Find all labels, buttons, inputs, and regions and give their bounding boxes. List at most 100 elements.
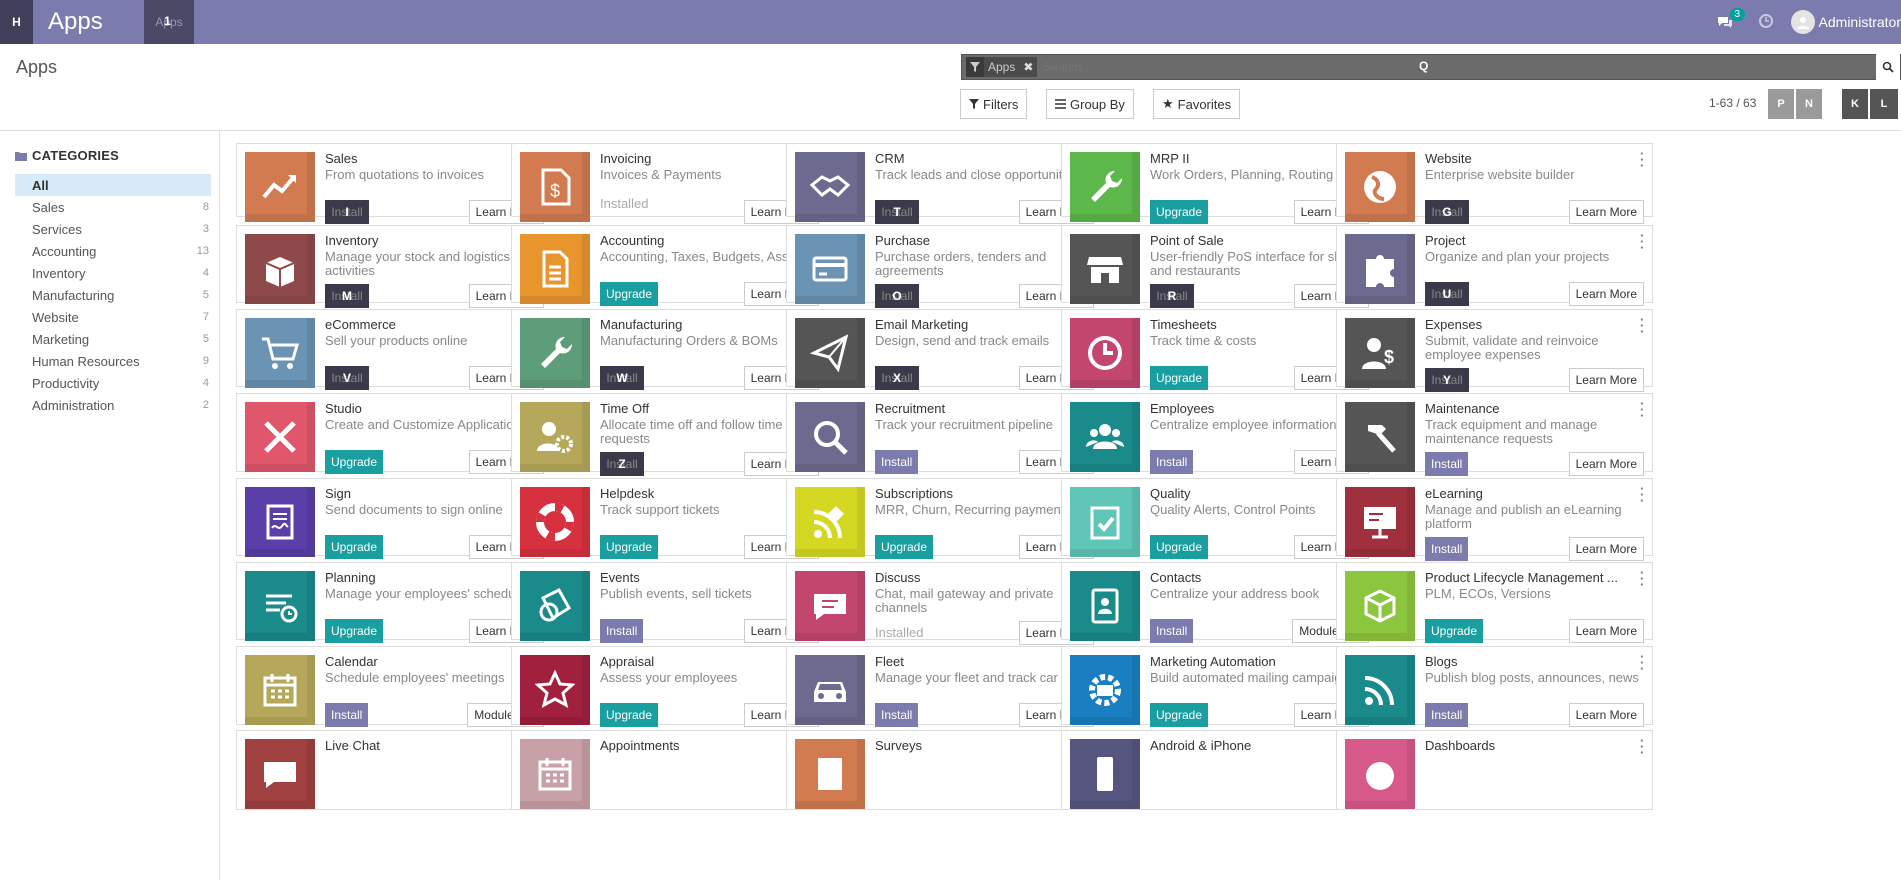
group-by-button[interactable]: Group By bbox=[1046, 89, 1134, 119]
search-input[interactable] bbox=[1043, 60, 1876, 74]
app-card[interactable]: Subscriptions MRR, Churn, Recurring payme… bbox=[786, 478, 1103, 559]
messages-icon[interactable]: 3 bbox=[1715, 8, 1746, 32]
app-card[interactable]: Recruitment Track your recruitment pipeli… bbox=[786, 393, 1103, 474]
install-button[interactable]: Install bbox=[1425, 452, 1469, 476]
upgrade-button[interactable]: Upgrade bbox=[875, 535, 934, 559]
pager-next-button[interactable]: N bbox=[1796, 89, 1822, 119]
kanban-view-button[interactable]: K bbox=[1842, 89, 1868, 119]
card-menu-icon[interactable]: ··· bbox=[1640, 734, 1644, 759]
app-card[interactable]: Surveys··· bbox=[786, 730, 1103, 810]
app-card[interactable]: Dashboards · · · bbox=[1336, 730, 1653, 810]
learn-more-button[interactable]: Learn More bbox=[1568, 452, 1644, 476]
sidebar-item-inventory[interactable]: Inventory 4 bbox=[15, 262, 211, 284]
card-menu-icon[interactable]: ··· bbox=[1640, 229, 1644, 254]
favorites-button[interactable]: ★ Favorites bbox=[1153, 89, 1241, 119]
sidebar-item-human-resources[interactable]: Human Resources 9 bbox=[15, 350, 211, 372]
app-card[interactable]: $InvoicingInvoices & Payments···Installe… bbox=[511, 143, 828, 224]
search-icon[interactable] bbox=[1876, 54, 1900, 80]
app-card[interactable]: Time Off Allocate time off and follow tim… bbox=[511, 393, 828, 476]
home-menu-button[interactable]: H bbox=[0, 0, 33, 44]
app-card[interactable]: Project Organize and plan your projects · ·… bbox=[1336, 225, 1653, 306]
app-card[interactable]: Email Marketing Design, send and track em… bbox=[786, 309, 1103, 390]
install-button[interactable]: Install G bbox=[1425, 200, 1469, 224]
app-card[interactable]: ContactsCentralize your address book···I… bbox=[1061, 562, 1378, 643]
card-menu-icon[interactable]: ··· bbox=[1640, 313, 1644, 338]
install-button[interactable]: Install bbox=[1425, 703, 1469, 727]
app-card[interactable]: $ Expenses Submit, validate and reinvoice … bbox=[1336, 309, 1653, 392]
install-button[interactable]: Install bbox=[1425, 537, 1469, 561]
sidebar-item-marketing[interactable]: Marketing 5 bbox=[15, 328, 211, 350]
learn-more-button[interactable]: Learn More bbox=[1568, 537, 1644, 561]
app-card[interactable]: StudioCreate and Customize Applications·… bbox=[236, 393, 553, 474]
sidebar-item-productivity[interactable]: Productivity 4 bbox=[15, 372, 211, 394]
upgrade-button[interactable]: Upgrade bbox=[1150, 703, 1209, 727]
upgrade-button[interactable]: Upgrade bbox=[1150, 200, 1209, 224]
app-card[interactable]: CalendarSchedule employees' meetings···I… bbox=[236, 646, 553, 727]
install-button[interactable]: Install bbox=[325, 703, 369, 727]
upgrade-button[interactable]: Upgrade bbox=[600, 282, 659, 306]
install-button[interactable]: Install M bbox=[325, 284, 369, 308]
app-card[interactable]: AppraisalAssess your employees···Upgrade… bbox=[511, 646, 828, 727]
activity-clock-icon[interactable] bbox=[1758, 13, 1773, 31]
facet-remove-icon[interactable]: ✖ bbox=[1019, 60, 1037, 74]
upgrade-button[interactable]: Upgrade bbox=[1150, 366, 1209, 390]
app-card[interactable]: Blogs Publish blog posts, announces, news… bbox=[1336, 646, 1653, 727]
install-button[interactable]: Install X bbox=[875, 366, 919, 390]
app-card[interactable]: Appointments··· bbox=[511, 730, 828, 810]
install-button[interactable]: Install U bbox=[1425, 282, 1469, 306]
app-card[interactable]: Point of Sale User-friendly PoS interface… bbox=[1061, 225, 1378, 308]
install-button[interactable]: Install bbox=[875, 450, 919, 474]
app-card[interactable]: Fleet Manage your fleet and track car cos… bbox=[786, 646, 1103, 727]
upgrade-button[interactable]: Upgrade bbox=[1150, 535, 1209, 559]
install-button[interactable]: Install V bbox=[325, 366, 369, 390]
install-button[interactable]: Install bbox=[600, 619, 644, 643]
app-card[interactable]: SalesFrom quotations to invoices···Insta… bbox=[236, 143, 553, 224]
app-brand[interactable]: Apps bbox=[48, 8, 144, 36]
sidebar-item-website[interactable]: Website 7 bbox=[15, 306, 211, 328]
install-button[interactable]: Install R bbox=[1150, 284, 1194, 308]
pager-value[interactable]: 1-63 / 63 bbox=[1709, 96, 1756, 110]
sidebar-item-all[interactable]: All bbox=[15, 174, 211, 196]
sidebar-item-manufacturing[interactable]: Manufacturing 5 bbox=[15, 284, 211, 306]
app-card[interactable]: Accounting Accounting, Taxes, Budgets, As… bbox=[511, 225, 828, 306]
sidebar-item-services[interactable]: Services 3 bbox=[15, 218, 211, 240]
card-menu-icon[interactable]: ··· bbox=[1640, 147, 1644, 172]
upgrade-button[interactable]: Upgrade bbox=[600, 535, 659, 559]
upgrade-button[interactable]: Upgrade bbox=[1425, 619, 1484, 643]
filters-button[interactable]: Filters bbox=[960, 89, 1028, 119]
search-bar[interactable]: Apps ✖ Q bbox=[961, 54, 1901, 80]
app-card[interactable]: MRP IIWork Orders, Planning, Routing···U… bbox=[1061, 143, 1378, 224]
upgrade-button[interactable]: Upgrade bbox=[600, 703, 659, 727]
install-button[interactable]: Install Y bbox=[1425, 368, 1469, 392]
user-avatar[interactable] bbox=[1790, 10, 1815, 34]
user-name[interactable]: Administrator bbox=[1819, 14, 1901, 30]
install-button[interactable]: Install bbox=[1150, 450, 1194, 474]
sidebar-item-administration[interactable]: Administration 2 bbox=[15, 394, 211, 416]
learn-more-button[interactable]: Learn More bbox=[1568, 368, 1644, 392]
list-view-button[interactable]: L bbox=[1870, 89, 1898, 119]
app-card[interactable]: Inventory Manage your stock and logistics… bbox=[236, 225, 553, 308]
sidebar-item-accounting[interactable]: Accounting 13 bbox=[15, 240, 211, 262]
app-card[interactable]: QualityQuality Alerts, Control Points···… bbox=[1061, 478, 1378, 559]
card-menu-icon[interactable]: ··· bbox=[1640, 482, 1644, 507]
learn-more-button[interactable]: Learn More bbox=[1568, 703, 1644, 727]
upgrade-button[interactable]: Upgrade bbox=[325, 619, 384, 643]
learn-more-button[interactable]: Learn More bbox=[1568, 619, 1644, 643]
app-card[interactable]: eLearning Manage and publish an eLearning… bbox=[1336, 478, 1653, 561]
install-button[interactable]: Install Z bbox=[600, 452, 644, 476]
app-card[interactable]: Website Enterprise website builder · · · Inst… bbox=[1336, 143, 1653, 224]
install-button[interactable]: Install O bbox=[875, 284, 919, 308]
install-button[interactable]: Install bbox=[875, 703, 919, 727]
app-card[interactable]: Marketing Automation Build automated mail… bbox=[1061, 646, 1378, 727]
install-button[interactable]: Install I bbox=[325, 200, 369, 224]
app-card[interactable]: Maintenance Track equipment and manage ma… bbox=[1336, 393, 1653, 476]
learn-more-button[interactable]: Learn More bbox=[1568, 200, 1644, 224]
upgrade-button[interactable]: Upgrade bbox=[325, 535, 384, 559]
app-card[interactable]: EventsPublish events, sell tickets···Ins… bbox=[511, 562, 828, 643]
install-button[interactable]: Install bbox=[1150, 619, 1194, 643]
sidebar-item-sales[interactable]: Sales 8 bbox=[15, 196, 211, 218]
card-menu-icon[interactable]: ··· bbox=[1640, 650, 1644, 675]
card-menu-icon[interactable]: ··· bbox=[1640, 397, 1644, 422]
upgrade-button[interactable]: Upgrade bbox=[325, 450, 384, 474]
app-card[interactable]: Product Lifecycle Management ... PLM, ECO… bbox=[1336, 562, 1653, 643]
